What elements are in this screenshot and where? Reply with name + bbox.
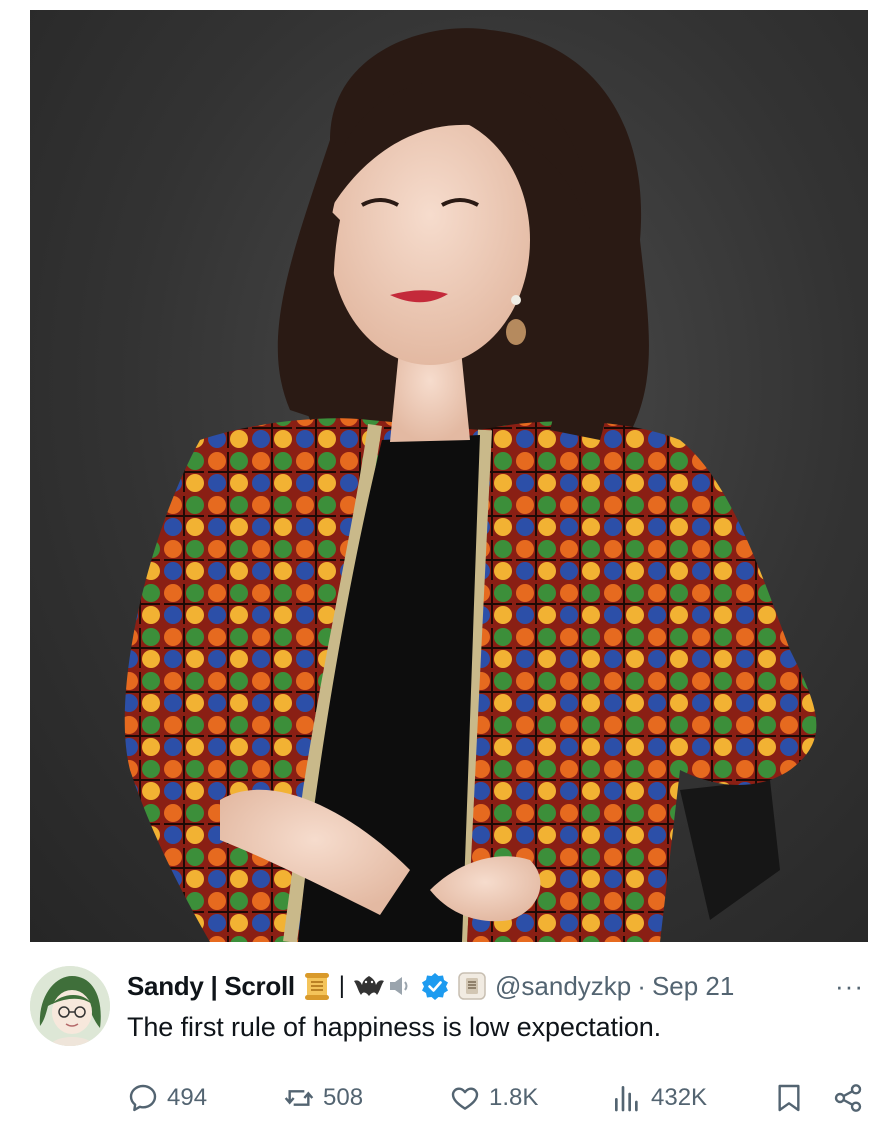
- portrait-image: [124, 28, 817, 942]
- tweet-text: The first rule of happiness is low expec…: [127, 1012, 662, 1042]
- header-dot: ·: [637, 970, 646, 1001]
- more-options-button[interactable]: ···: [835, 971, 864, 1002]
- like-icon: [451, 1087, 479, 1110]
- avatar-image: [30, 966, 110, 1046]
- like-button[interactable]: 1.8K: [449, 1078, 538, 1118]
- affiliate-badge-icon[interactable]: [457, 971, 487, 1001]
- repost-button[interactable]: 508: [283, 1078, 363, 1118]
- display-name[interactable]: Sandy | Scroll: [127, 971, 295, 1002]
- share-button[interactable]: [832, 1078, 872, 1118]
- views-icon: [615, 1086, 638, 1112]
- bat-icon: [353, 973, 385, 999]
- repost-icon: [284, 1090, 314, 1106]
- reply-button[interactable]: 494: [127, 1078, 207, 1118]
- avatar[interactable]: [30, 966, 110, 1046]
- name-separator: |: [338, 972, 346, 999]
- reply-count: 494: [167, 1084, 208, 1111]
- share-icon: [834, 1084, 862, 1112]
- tweet-actions: 494 508 1.8K 432K: [127, 1078, 867, 1118]
- scroll-emoji-icon: [303, 971, 331, 1001]
- bookmark-button[interactable]: [773, 1078, 813, 1118]
- views-button[interactable]: 432K: [611, 1078, 707, 1118]
- view-count: 432K: [651, 1084, 708, 1111]
- reply-icon: [129, 1084, 157, 1112]
- speaker-icon: [387, 973, 413, 999]
- like-count: 1.8K: [489, 1084, 539, 1111]
- user-handle[interactable]: @sandyzkp: [495, 971, 631, 1002]
- tweet: Sandy | Scroll | @sandyzkp · Sep 21 ··· …: [0, 960, 884, 1143]
- bookmark-icon: [778, 1084, 800, 1112]
- post-photo[interactable]: [30, 10, 868, 942]
- verified-badge-icon[interactable]: [421, 972, 449, 1000]
- post-date[interactable]: Sep 21: [652, 971, 734, 1002]
- repost-count: 508: [323, 1084, 364, 1111]
- tweet-header: Sandy | Scroll | @sandyzkp · Sep 21 ···: [127, 966, 864, 1006]
